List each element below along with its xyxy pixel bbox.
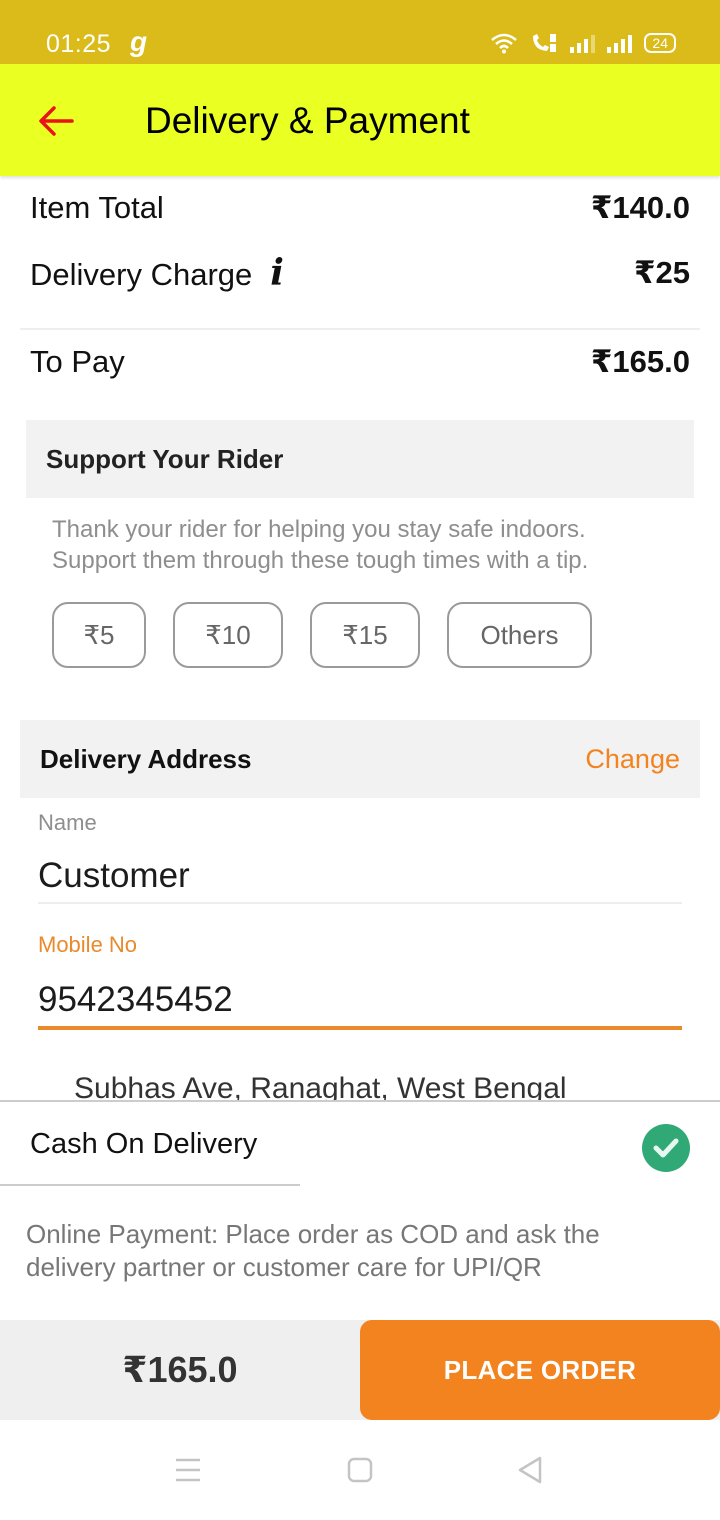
- info-icon[interactable]: i: [270, 252, 284, 294]
- cod-divider: [0, 1184, 300, 1186]
- name-input-underline: [38, 902, 682, 904]
- status-icons: 24: [490, 30, 676, 56]
- support-rider-header: Support Your Rider: [26, 420, 694, 498]
- name-label: Name: [38, 810, 97, 835]
- tip-option-others[interactable]: Others: [447, 602, 592, 668]
- bill-divider: [20, 328, 700, 330]
- address-line: Subhas Ave, Ranaghat, West Bengal: [74, 1072, 567, 1100]
- home-icon: [347, 1457, 373, 1483]
- recents-button[interactable]: [168, 1450, 208, 1490]
- item-total-row: Item Total ₹140.0: [30, 190, 690, 226]
- app-notification-icon: g: [130, 26, 148, 57]
- volte-call-icon: [533, 34, 557, 52]
- delivery-charge-label-wrap: Delivery Charge i: [30, 252, 284, 294]
- support-rider-description-line1: Thank your rider for helping you stay sa…: [52, 516, 586, 543]
- system-back-button[interactable]: [510, 1450, 550, 1490]
- system-nav-bar: [0, 1420, 720, 1520]
- support-rider-description: Thank your rider for helping you stay sa…: [52, 514, 588, 576]
- delivery-charge-value: ₹25: [633, 255, 690, 290]
- item-total-label: Item Total: [30, 190, 164, 225]
- menu-icon: [176, 1458, 200, 1482]
- home-button[interactable]: [340, 1450, 380, 1490]
- change-address-button[interactable]: Change: [585, 744, 680, 775]
- mobile-input-underline: [38, 1026, 682, 1030]
- check-icon: [653, 1138, 679, 1158]
- name-input[interactable]: Customer: [38, 856, 682, 896]
- back-icon: [518, 1456, 542, 1484]
- mobile-input[interactable]: 9542345452: [38, 980, 682, 1020]
- tip-option-15[interactable]: ₹15: [310, 602, 420, 668]
- signal-sim2-icon: [607, 33, 633, 53]
- order-footer: ₹165.0 PLACE ORDER: [0, 1320, 720, 1420]
- back-button[interactable]: [36, 100, 78, 142]
- delivery-charge-label: Delivery Charge: [30, 257, 253, 292]
- delivery-address-header: Delivery Address Change: [20, 720, 700, 798]
- item-total-value: ₹140.0: [590, 190, 690, 225]
- signal-sim1-icon: [570, 33, 596, 53]
- support-rider-heading: Support Your Rider: [46, 443, 284, 474]
- delivery-charge-row: Delivery Charge i ₹25: [30, 252, 690, 294]
- wifi-icon: [491, 33, 518, 54]
- cash-on-delivery-label[interactable]: Cash On Delivery: [30, 1128, 257, 1161]
- arrow-left-icon: [39, 106, 74, 136]
- to-pay-value: ₹165.0: [590, 344, 690, 379]
- payment-section: Cash On Delivery Online Payment: Place o…: [0, 1100, 720, 1320]
- footer-total: ₹165.0: [122, 1349, 238, 1390]
- status-time: 01:25: [46, 30, 112, 58]
- place-order-button[interactable]: PLACE ORDER: [360, 1320, 720, 1420]
- online-payment-note: Online Payment: Place order as COD and a…: [26, 1219, 600, 1282]
- scroll-content[interactable]: Item Total ₹140.0 Delivery Charge i ₹25 T…: [0, 176, 720, 1100]
- status-bar: 01:25 g 24: [0, 0, 720, 64]
- app-bar: Delivery & Payment: [0, 64, 720, 176]
- tip-options: ₹5 ₹10 ₹15 Others: [52, 602, 592, 668]
- battery-icon: 24: [644, 33, 676, 53]
- support-rider-description-line2: Support them through these tough times w…: [52, 547, 589, 574]
- tip-option-5[interactable]: ₹5: [52, 602, 146, 668]
- tip-option-10[interactable]: ₹10: [173, 602, 283, 668]
- mobile-label: Mobile No: [38, 932, 138, 957]
- delivery-address-heading: Delivery Address: [40, 743, 252, 774]
- cod-selected-check[interactable]: [642, 1124, 690, 1172]
- to-pay-label: To Pay: [30, 344, 125, 379]
- page-title: Delivery & Payment: [145, 100, 470, 141]
- to-pay-row: To Pay ₹165.0: [30, 344, 690, 380]
